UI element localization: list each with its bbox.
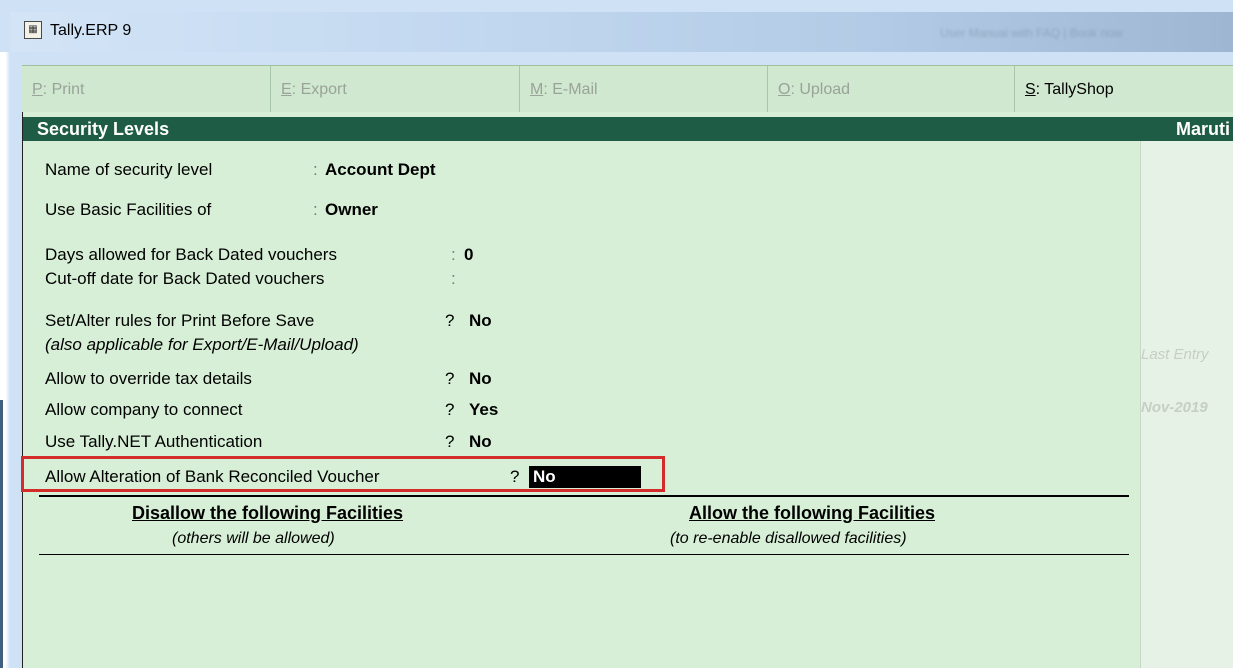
security-levels-form: Security Levels Maruti Last Entry Nov-20… (21, 112, 1233, 668)
print-button[interactable]: P: Print (22, 66, 271, 113)
colon-separator: : (313, 200, 318, 219)
bank-reconciled-alteration-field[interactable]: No (529, 466, 641, 488)
title-bar[interactable]: ▦ Tally.ERP 9 User Manual with FAQ | Boo… (10, 12, 1233, 52)
colon-separator: : (451, 269, 456, 288)
company-name: Maruti (1176, 119, 1230, 139)
security-level-name-label: Name of security level (45, 160, 213, 179)
question-separator: ? (510, 467, 520, 486)
window-frame-strip (10, 52, 22, 668)
export-button-label: : Export (291, 81, 347, 98)
info-side-panel: Last Entry Nov-2019 (1140, 141, 1233, 668)
cutoff-date-label: Cut-off date for Back Dated vouchers (45, 269, 325, 288)
button-bar: P: Print E: Export M: E-Mail O: Upload S… (22, 65, 1233, 114)
export-shortcut-key: E (281, 81, 292, 98)
tallyshop-button[interactable]: S: TallyShop (1015, 66, 1233, 113)
print-button-label: : Print (42, 81, 85, 98)
upload-shortcut-key: O (778, 81, 791, 98)
security-level-name-field[interactable]: Account Dept (325, 160, 436, 180)
bank-reconciled-alteration-label: Allow Alteration of Bank Reconciled Vouc… (45, 467, 380, 486)
colon-separator: : (451, 245, 456, 264)
divider-top (39, 495, 1129, 497)
question-separator: ? (445, 311, 455, 330)
print-shortcut-key: P (32, 81, 43, 98)
email-button[interactable]: M: E-Mail (520, 66, 768, 113)
disallow-facilities-heading: Disallow the following Facilities (132, 503, 404, 523)
allow-facilities-subtitle: (to re-enable disallowed facilities) (670, 530, 907, 547)
question-separator: ? (445, 432, 455, 451)
question-separator: ? (445, 369, 455, 388)
company-connect-field[interactable]: Yes (469, 400, 498, 420)
tallynet-auth-label: Use Tally.NET Authentication (45, 432, 263, 451)
blurred-caption: User Manual with FAQ | Book now (940, 26, 1123, 40)
override-tax-label: Allow to override tax details (45, 369, 252, 388)
app-window: ▦ Tally.ERP 9 User Manual with FAQ | Boo… (0, 0, 1233, 668)
window-frame-shadow (0, 400, 3, 668)
allow-facilities-heading: Allow the following Facilities (689, 503, 936, 523)
tallynet-auth-field[interactable]: No (469, 432, 492, 452)
last-entry-label: Last Entry (1141, 346, 1209, 363)
form-title: Security Levels (37, 119, 170, 139)
upload-button[interactable]: O: Upload (768, 66, 1015, 113)
disallow-facilities-subtitle: (others will be allowed) (172, 530, 335, 547)
print-rules-note: (also applicable for Export/E-Mail/Uploa… (45, 335, 359, 354)
email-button-label: : E-Mail (543, 81, 598, 98)
print-rules-field[interactable]: No (469, 311, 492, 331)
window-title: Tally.ERP 9 (50, 22, 132, 39)
email-shortcut-key: M (530, 81, 544, 98)
question-separator: ? (445, 400, 455, 419)
print-rules-label: Set/Alter rules for Print Before Save (45, 311, 315, 330)
colon-separator: : (313, 160, 318, 179)
divider-bottom (39, 554, 1129, 555)
basic-facilities-field[interactable]: Owner (325, 200, 378, 220)
last-entry-date: Nov-2019 (1141, 399, 1208, 416)
back-dated-days-label: Days allowed for Back Dated vouchers (45, 245, 337, 264)
override-tax-field[interactable]: No (469, 369, 492, 389)
form-header-bar: Security Levels Maruti (23, 117, 1233, 141)
tallyshop-shortcut-key: S (1025, 81, 1036, 98)
company-connect-label: Allow company to connect (45, 400, 243, 419)
back-dated-days-field[interactable]: 0 (464, 245, 473, 265)
tallyshop-button-label: : TallyShop (1035, 81, 1114, 98)
tally-app-icon[interactable]: ▦ (24, 21, 42, 39)
upload-button-label: : Upload (790, 81, 851, 98)
basic-facilities-label: Use Basic Facilities of (45, 200, 212, 219)
export-button[interactable]: E: Export (271, 66, 520, 113)
